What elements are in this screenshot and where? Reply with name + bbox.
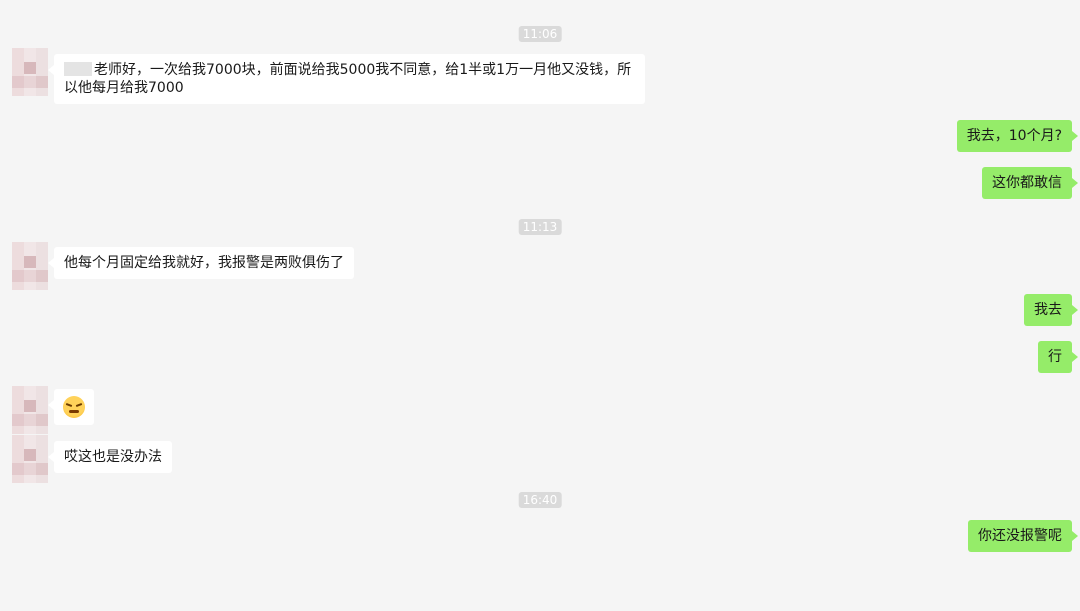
- redacted-name: [64, 62, 92, 76]
- message-bubble-incoming[interactable]: 哎这也是没办法: [48, 441, 172, 473]
- message-bubble-outgoing[interactable]: 你还没报警呢: [968, 520, 1078, 552]
- contact-avatar[interactable]: [12, 386, 48, 434]
- message-text: 老师好，一次给我7000块，前面说给我5000我不同意，给1半或1万一月他又没钱…: [64, 62, 632, 96]
- angry-face-icon: [63, 396, 85, 418]
- contact-avatar[interactable]: [12, 48, 48, 96]
- timestamp: 16:40: [518, 492, 562, 508]
- message-bubble-incoming[interactable]: 老师好，一次给我7000块，前面说给我5000我不同意，给1半或1万一月他又没钱…: [48, 54, 645, 104]
- contact-avatar[interactable]: [12, 242, 48, 290]
- message-bubble-incoming[interactable]: [48, 389, 94, 425]
- message-bubble-outgoing[interactable]: 行: [1038, 341, 1078, 373]
- message-bubble-outgoing[interactable]: 这你都敢信: [982, 167, 1078, 199]
- message-bubble-outgoing[interactable]: 我去，10个月?: [956, 120, 1079, 152]
- chat-window: 11:06 老师好，一次给我7000块，前面说给我5000我不同意，给1半或1万…: [0, 0, 1080, 611]
- message-bubble-outgoing[interactable]: 我去: [1024, 294, 1078, 326]
- contact-avatar[interactable]: [12, 435, 48, 483]
- timestamp: 11:06: [518, 26, 562, 42]
- message-bubble-incoming[interactable]: 他每个月固定给我就好，我报警是两败俱伤了: [48, 247, 354, 279]
- timestamp: 11:13: [518, 219, 562, 235]
